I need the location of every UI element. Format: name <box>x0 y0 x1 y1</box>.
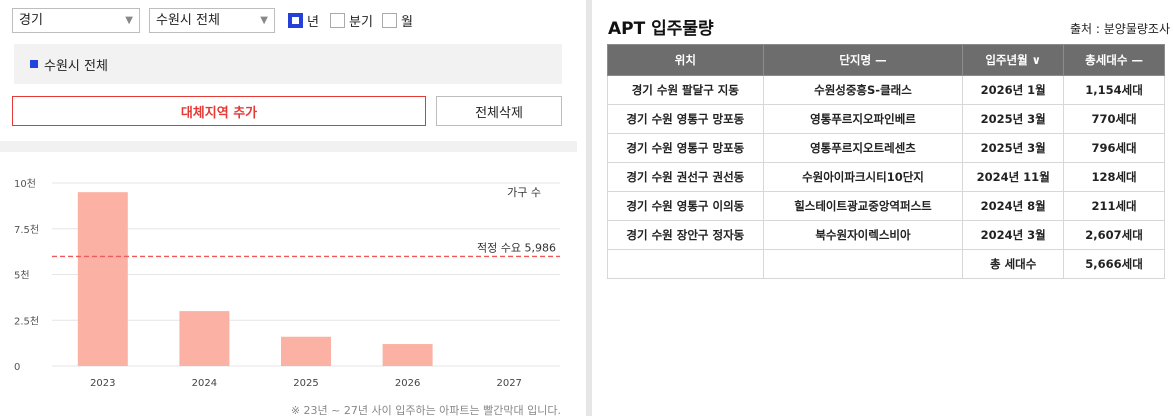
empty-cell <box>762 249 964 279</box>
x-tick-label: 2025 <box>293 378 318 389</box>
column-header-complex[interactable]: 단지명 — <box>762 44 964 76</box>
cell-move-in: 2024년 11월 <box>962 162 1065 192</box>
cell-households: 1,154세대 <box>1063 75 1165 105</box>
y-tick-label: 0 <box>14 362 20 373</box>
chevron-down-icon: ▼ <box>260 15 268 26</box>
cell-location: 경기 수원 팔달구 지동 <box>607 75 764 105</box>
cell-location: 경기 수원 영통구 이의동 <box>607 191 764 221</box>
cell-location: 경기 수원 영통구 망포동 <box>607 104 764 134</box>
column-header-location[interactable]: 위치 <box>607 44 764 76</box>
selected-region-label: 수원시 전체 <box>44 58 108 74</box>
y-tick-label: 5천 <box>14 270 30 282</box>
city-select-value: 수원시 전체 <box>156 13 220 28</box>
empty-cell <box>607 249 764 279</box>
bar <box>382 344 433 366</box>
bar <box>179 311 230 366</box>
cell-complex: 북수원자이렉스비아 <box>762 220 964 250</box>
y-tick-label: 10천 <box>14 178 36 190</box>
period-year-label: 년 <box>307 15 319 30</box>
square-icon <box>30 60 38 68</box>
province-select[interactable]: 경기 ▼ <box>12 8 140 33</box>
cell-location: 경기 수원 권선구 권선동 <box>607 162 764 192</box>
cell-move-in: 2025년 3월 <box>962 133 1065 163</box>
add-alt-region-button[interactable]: 대체지역 추가 <box>12 96 426 126</box>
chart-footnote: ※ 23년 ~ 27년 사이 입주하는 아파트는 빨간막대 입니다. <box>290 404 561 416</box>
period-quarter-label: 분기 <box>349 15 373 30</box>
cell-location: 경기 수원 영통구 망포동 <box>607 133 764 163</box>
checkbox-icon <box>288 13 303 28</box>
chevron-down-icon: ▼ <box>125 15 133 26</box>
checkbox-icon <box>330 13 345 28</box>
table-row[interactable]: 경기 수원 권선구 권선동 수원아이파크시티10단지 2024년 11월 128세대 <box>607 162 1165 192</box>
cell-complex: 수원성중흥S-클래스 <box>762 75 964 105</box>
period-year-checkbox[interactable]: 년 <box>288 11 319 30</box>
chart-legend-label: 가구 수 <box>507 186 541 199</box>
y-tick-label: 7.5천 <box>14 224 39 236</box>
cell-households: 770세대 <box>1063 104 1165 134</box>
cell-move-in: 2026년 1월 <box>962 75 1065 105</box>
cell-complex: 영통푸르지오파인베르 <box>762 104 964 134</box>
cell-complex: 영통푸르지오트레센츠 <box>762 133 964 163</box>
cell-move-in: 2025년 3월 <box>962 104 1065 134</box>
bar <box>77 192 128 366</box>
page-title: APT 입주물량 <box>608 19 714 39</box>
city-select[interactable]: 수원시 전체 ▼ <box>149 8 275 33</box>
period-month-checkbox[interactable]: 월 <box>382 11 413 30</box>
cell-households: 2,607세대 <box>1063 220 1165 250</box>
supply-bar-chart: 0 2.5천 5천 7.5천 10천 2023 2024 2025 2026 2027 적정 수요 … <box>14 178 560 389</box>
table-header-row: 위치 단지명 — 입주년월 ∨ 총세대수 — <box>607 44 1165 76</box>
section-divider <box>0 141 577 152</box>
demand-reference-label: 적정 수요 5,986 <box>477 241 556 254</box>
bar <box>281 336 331 366</box>
period-quarter-checkbox[interactable]: 분기 <box>330 11 373 30</box>
x-tick-label: 2024 <box>192 378 217 389</box>
checkbox-icon <box>382 13 397 28</box>
source-label: 출처 : 분양물량조사 <box>1070 22 1170 36</box>
table-row[interactable]: 경기 수원 팔달구 지동 수원성중흥S-클래스 2026년 1월 1,154세대 <box>607 75 1165 105</box>
cell-households: 796세대 <box>1063 133 1165 163</box>
cell-move-in: 2024년 3월 <box>962 220 1065 250</box>
table-row[interactable]: 경기 수원 영통구 망포동 영통푸르지오트레센츠 2025년 3월 796세대 <box>607 133 1165 163</box>
cell-location: 경기 수원 장안구 정자동 <box>607 220 764 250</box>
cell-complex: 힐스테이트광교중앙역퍼스트 <box>762 191 964 221</box>
x-tick-label: 2027 <box>496 378 521 389</box>
apt-supply-table: 위치 단지명 — 입주년월 ∨ 총세대수 — 경기 수원 팔달구 지동 수원성중흥… <box>607 44 1165 279</box>
cell-complex: 수원아이파크시티10단지 <box>762 162 964 192</box>
x-tick-label: 2026 <box>395 378 420 389</box>
column-header-households[interactable]: 총세대수 — <box>1063 44 1165 76</box>
cell-move-in: 2024년 8월 <box>962 191 1065 221</box>
table-row[interactable]: 경기 수원 장안구 정자동 북수원자이렉스비아 2024년 3월 2,607세대 <box>607 220 1165 250</box>
left-panel: 경기 ▼ 수원시 전체 ▼ 년 분기 월 수원시 전체 대체지역 추가 전체삭제… <box>0 0 577 416</box>
total-label: 총 세대수 <box>962 249 1065 279</box>
selected-region-bar: 수원시 전체 <box>14 44 562 84</box>
right-panel: APT 입주물량 출처 : 분양물량조사 위치 단지명 — 입주년월 ∨ 총세대… <box>592 0 1174 416</box>
column-header-move-in[interactable]: 입주년월 ∨ <box>962 44 1065 76</box>
province-select-value: 경기 <box>19 13 43 28</box>
total-value: 5,666세대 <box>1063 249 1165 279</box>
period-month-label: 월 <box>401 15 413 30</box>
total-row: 총 세대수 5,666세대 <box>607 249 1165 279</box>
table-row[interactable]: 경기 수원 영통구 망포동 영통푸르지오파인베르 2025년 3월 770세대 <box>607 104 1165 134</box>
delete-all-button[interactable]: 전체삭제 <box>436 96 562 126</box>
y-tick-label: 2.5천 <box>14 315 39 327</box>
x-tick-label: 2023 <box>90 378 115 389</box>
cell-households: 211세대 <box>1063 191 1165 221</box>
table-row[interactable]: 경기 수원 영통구 이의동 힐스테이트광교중앙역퍼스트 2024년 8월 211세대 <box>607 191 1165 221</box>
cell-households: 128세대 <box>1063 162 1165 192</box>
